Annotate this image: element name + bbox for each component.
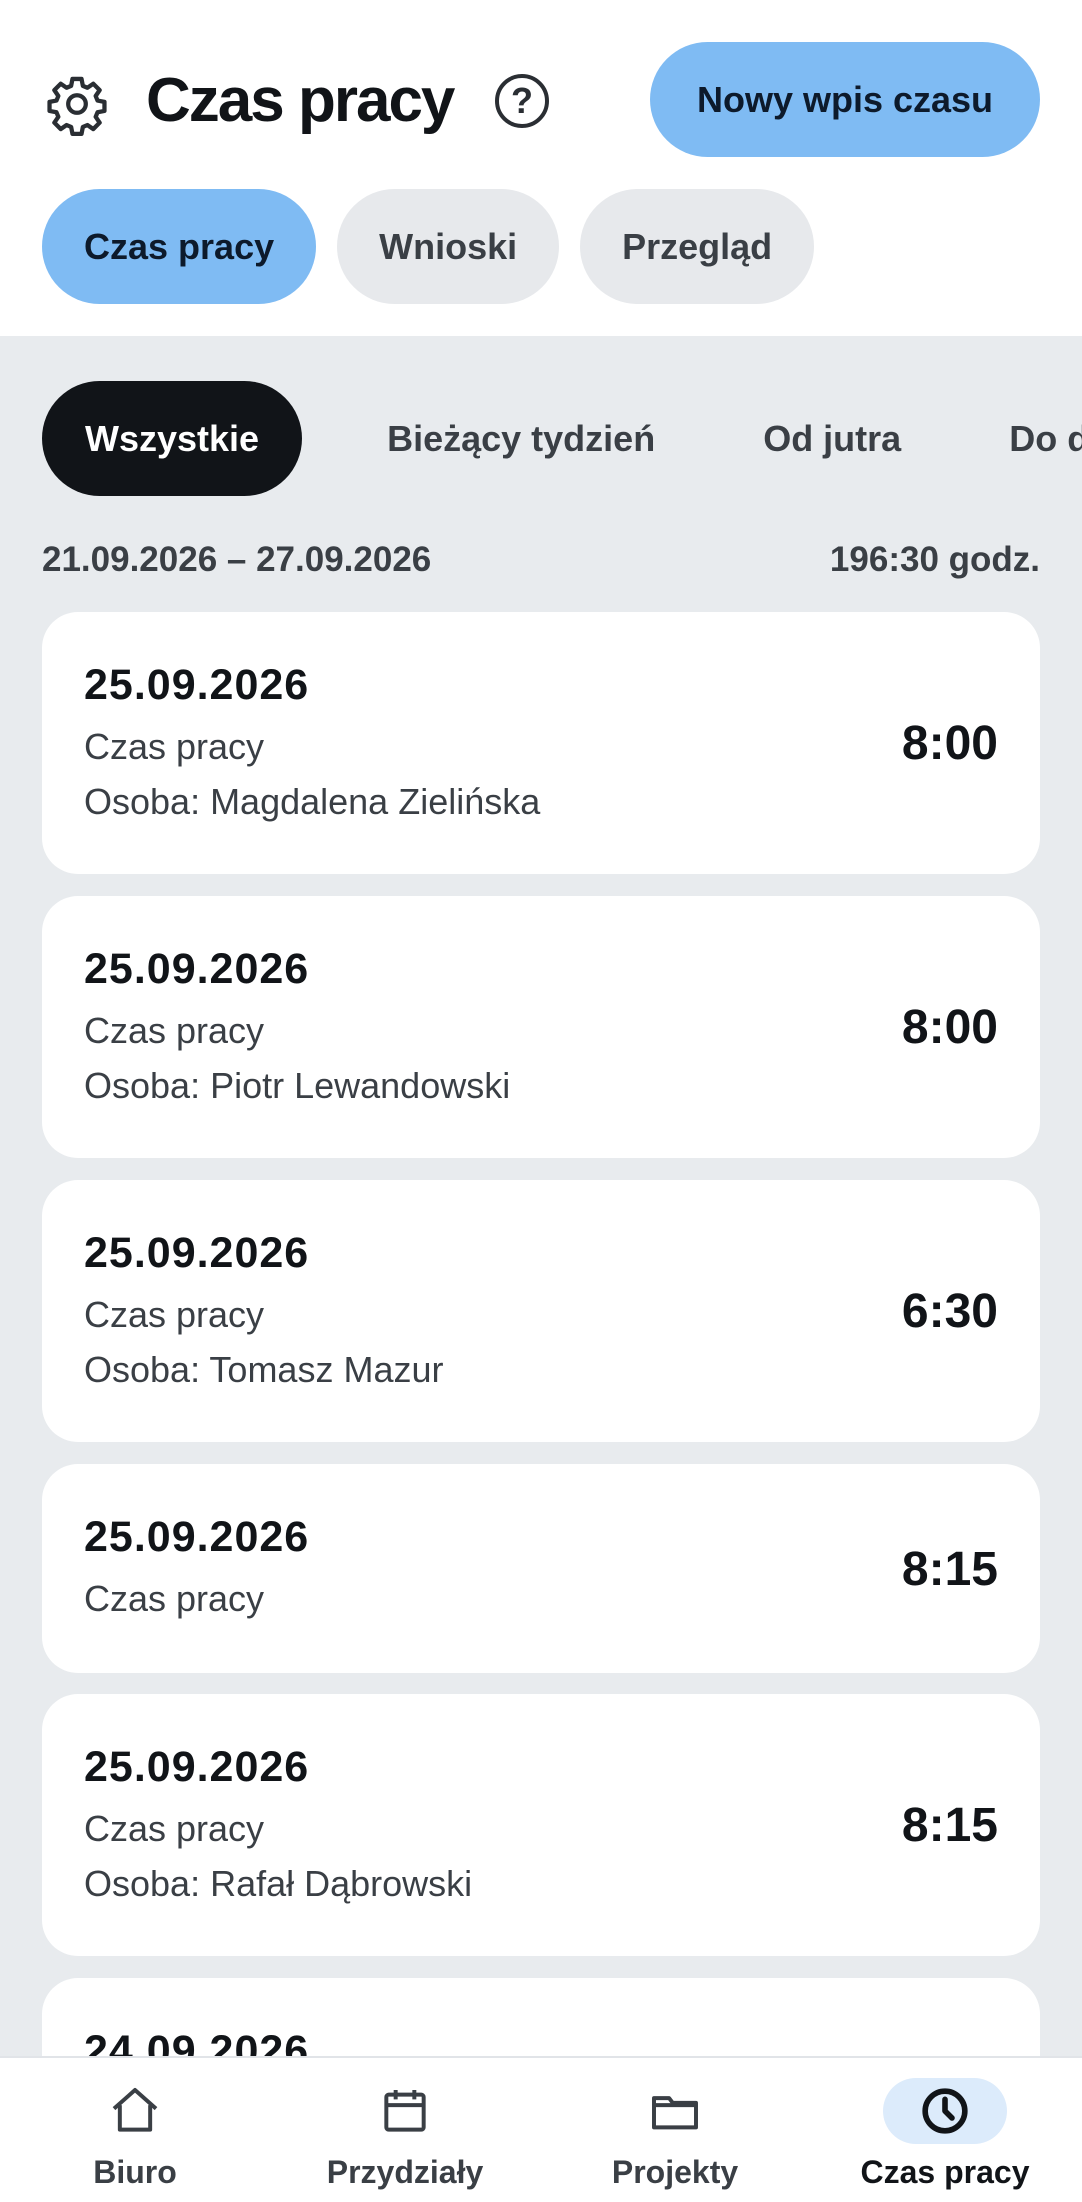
nav-label: Projekty <box>611 2154 739 2190</box>
time-entry-card[interactable]: 25.09.2026 Czas pracy Osoba: Piotr Lewan… <box>42 896 1040 1158</box>
summary-row: 21.09.2026 – 27.09.2026 196:30 godz. <box>42 540 1040 580</box>
filter-current-week[interactable]: Bieżący tydzień <box>344 381 698 496</box>
tab-requests[interactable]: Wnioski <box>337 189 560 304</box>
new-time-entry-button[interactable]: Nowy wpis czasu <box>650 42 1040 157</box>
total-hours: 196:30 godz. <box>829 540 1040 579</box>
entry-hours: 8:15 <box>901 1799 998 1852</box>
entry-date: 24.09.2026 <box>84 2027 310 2056</box>
entry-date: 25.09.2026 <box>84 661 310 709</box>
date-range: 21.09.2026 – 27.09.2026 <box>42 540 432 579</box>
filter-until-today[interactable]: Do dziś <box>966 381 1082 496</box>
tab-work-time[interactable]: Czas pracy <box>42 189 317 304</box>
time-entries-panel: Wszystkie Bieżący tydzień Od jutra Do dz… <box>0 336 1082 2056</box>
time-entry-card[interactable]: 24.09.2026 <box>42 1978 1040 2056</box>
entry-person: Osoba: Piotr Lewandowski <box>84 1065 511 1106</box>
entry-type: Czas pracy <box>84 726 265 767</box>
nav-item-work-time[interactable]: Czas pracy <box>810 2058 1080 2202</box>
time-entry-card[interactable]: 25.09.2026 Czas pracy 8:15 <box>42 1464 1040 1673</box>
filter-chips: Wszystkie Bieżący tydzień Od jutra Do dz… <box>42 381 1082 496</box>
entry-hours: 8:00 <box>901 717 998 770</box>
entry-hours: 8:15 <box>901 1543 998 1596</box>
filter-all[interactable]: Wszystkie <box>42 381 303 496</box>
entry-date: 25.09.2026 <box>84 1229 310 1277</box>
nav-label: Czas pracy <box>860 2154 1030 2190</box>
entry-person: Osoba: Rafał Dąbrowski <box>84 1863 473 1904</box>
entry-type: Czas pracy <box>84 1808 265 1849</box>
bottom-nav: Biuro Przydziały Projekty Czas pracy <box>0 2056 1082 2202</box>
entry-date: 25.09.2026 <box>84 1513 310 1561</box>
filter-from-tomorrow[interactable]: Od jutra <box>720 381 944 496</box>
entry-person: Osoba: Magdalena Zielińska <box>84 781 541 822</box>
time-entry-card[interactable]: 25.09.2026 Czas pracy Osoba: Magdalena Z… <box>42 612 1040 874</box>
nav-item-office[interactable]: Biuro <box>0 2058 270 2202</box>
page-title: Czas pracy <box>146 66 455 135</box>
time-entry-card[interactable]: 25.09.2026 Czas pracy Osoba: Rafał Dąbro… <box>42 1694 1040 1956</box>
entry-hours: 8:00 <box>901 1001 998 1054</box>
nav-item-assignments[interactable]: Przydziały <box>270 2058 540 2202</box>
header: Czas pracy ? Nowy wpis czasu Czas pracy … <box>0 0 1082 336</box>
nav-label: Przydziały <box>326 2154 484 2190</box>
main-tabs: Czas pracy Wnioski Przegląd <box>42 189 815 304</box>
time-entry-card[interactable]: 25.09.2026 Czas pracy Osoba: Tomasz Mazu… <box>42 1180 1040 1442</box>
entry-type: Czas pracy <box>84 1010 265 1051</box>
nav-item-projects[interactable]: Projekty <box>540 2058 810 2202</box>
entry-hours: 6:30 <box>901 1285 998 1338</box>
entry-date: 25.09.2026 <box>84 1743 310 1791</box>
entry-type: Czas pracy <box>84 1294 265 1335</box>
folder-icon <box>613 2078 737 2144</box>
help-icon[interactable]: ? <box>495 74 549 128</box>
entry-person: Osoba: Tomasz Mazur <box>84 1349 444 1390</box>
calendar-icon <box>343 2078 467 2144</box>
entry-type: Czas pracy <box>84 1578 265 1619</box>
gear-icon[interactable] <box>44 71 110 137</box>
nav-label: Biuro <box>93 2154 177 2190</box>
tab-overview[interactable]: Przegląd <box>580 189 815 304</box>
clock-icon <box>883 2078 1007 2144</box>
home-icon <box>73 2078 197 2144</box>
entry-date: 25.09.2026 <box>84 945 310 993</box>
